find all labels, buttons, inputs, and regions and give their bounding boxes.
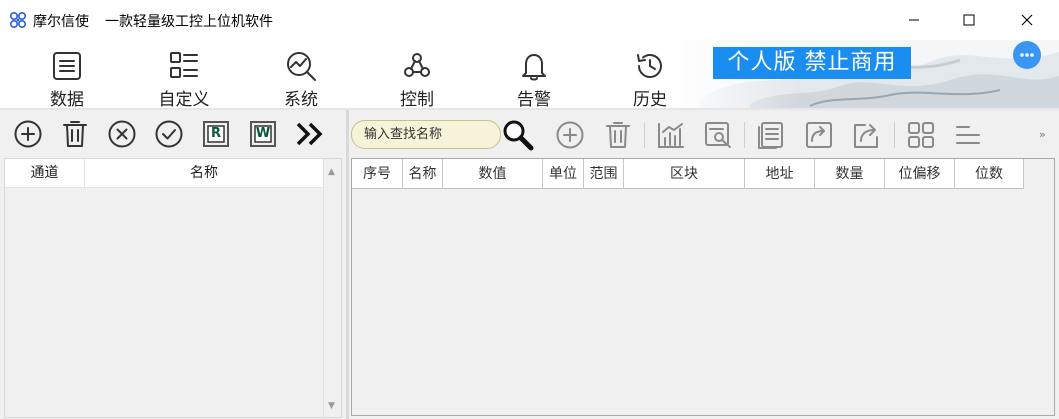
app-logo-icon xyxy=(9,11,27,29)
align-left-icon xyxy=(956,126,980,144)
channel-table[interactable]: 通道 名称 ▲ ▼ xyxy=(4,158,342,418)
custom-list-icon xyxy=(170,52,198,78)
maximize-button[interactable] xyxy=(940,0,998,40)
write-letter: W xyxy=(255,126,271,141)
tab-system[interactable]: 系统 xyxy=(243,50,359,110)
tab-label: 系统 xyxy=(284,90,318,110)
column-header[interactable]: 范围 xyxy=(584,159,624,189)
share-button[interactable] xyxy=(849,118,883,152)
ribbon: 数据 自定义 系统 控制 告警 历史 个人版 禁止商用 xyxy=(0,40,1059,110)
write-button[interactable]: W xyxy=(247,118,279,150)
more-options-button[interactable] xyxy=(1013,41,1041,69)
align-button[interactable] xyxy=(951,118,985,152)
search-icon xyxy=(503,120,534,151)
expand-button[interactable] xyxy=(294,118,326,150)
read-letter: R xyxy=(210,126,221,141)
scroll-down-icon[interactable]: ▼ xyxy=(328,401,335,411)
maximize-icon xyxy=(963,14,975,26)
tab-label: 数据 xyxy=(50,90,84,110)
toolbar-divider xyxy=(744,122,745,148)
add-icon xyxy=(14,120,42,148)
minimize-button[interactable] xyxy=(885,0,943,40)
app-subtitle: 一款轻量级工控上位机软件 xyxy=(105,14,273,30)
cancel-icon xyxy=(108,120,136,148)
share-icon xyxy=(854,124,878,148)
confirm-icon xyxy=(155,120,183,148)
delete-channel-button[interactable] xyxy=(59,118,91,150)
license-banner: 个人版 禁止商用 xyxy=(713,47,911,79)
confirm-button[interactable] xyxy=(153,118,185,150)
delete-row-button[interactable] xyxy=(601,118,635,152)
copy-button[interactable] xyxy=(754,118,788,152)
tab-history[interactable]: 历史 xyxy=(592,50,708,110)
toolbar-divider xyxy=(644,122,645,148)
webhook-icon xyxy=(404,53,430,77)
inspect-button[interactable] xyxy=(701,118,735,152)
ellipsis-icon xyxy=(1020,53,1034,57)
tab-label: 控制 xyxy=(400,90,434,110)
delete-icon xyxy=(63,121,87,147)
channel-toolbar: R W xyxy=(0,110,346,157)
column-header[interactable]: 名称 xyxy=(403,159,443,189)
search-button[interactable] xyxy=(501,118,535,152)
column-header[interactable]: 名称 xyxy=(85,159,323,188)
scroll-up-icon[interactable]: ▲ xyxy=(328,167,335,177)
column-header[interactable]: 地址 xyxy=(745,159,815,189)
data-panel: » 序号 名称 数值 单位 范围 区块 地址 数量 位偏移 位数 xyxy=(349,110,1059,419)
title-bar: 摩尔信使 一款轻量级工控上位机软件 xyxy=(0,0,1059,40)
cancel-button[interactable] xyxy=(106,118,138,150)
tab-label: 历史 xyxy=(633,90,667,110)
data-table-header: 序号 名称 数值 单位 范围 区块 地址 数量 位偏移 位数 xyxy=(352,159,1024,189)
chart-search-icon xyxy=(287,52,316,81)
minimize-icon xyxy=(909,19,919,21)
close-icon xyxy=(1021,14,1033,26)
column-header[interactable]: 数值 xyxy=(443,159,543,189)
toolbar-divider xyxy=(894,122,895,148)
column-header[interactable]: 位数 xyxy=(955,159,1024,189)
bell-icon xyxy=(522,54,546,81)
column-header[interactable]: 通道 xyxy=(5,159,85,188)
add-icon xyxy=(556,121,584,149)
read-button[interactable]: R xyxy=(200,118,232,150)
column-header[interactable]: 位偏移 xyxy=(885,159,955,189)
tab-custom[interactable]: 自定义 xyxy=(126,50,242,110)
move-button[interactable] xyxy=(802,118,836,152)
chart-button[interactable] xyxy=(654,118,688,152)
history-clock-icon xyxy=(637,54,662,78)
search-input[interactable] xyxy=(351,120,501,149)
app-name: 摩尔信使 xyxy=(33,14,89,30)
bar-chart-icon xyxy=(658,123,684,148)
list-document-icon xyxy=(53,52,81,80)
tab-alarm[interactable]: 告警 xyxy=(476,50,592,110)
tab-control[interactable]: 控制 xyxy=(359,50,475,110)
channel-panel: R W 通道 名称 ▲ ▼ xyxy=(0,110,346,419)
add-channel-button[interactable] xyxy=(12,118,44,150)
column-header[interactable]: 数量 xyxy=(815,159,885,189)
column-header[interactable]: 区块 xyxy=(624,159,745,189)
column-header[interactable]: 单位 xyxy=(543,159,584,189)
tab-label: 告警 xyxy=(517,90,551,110)
document-search-icon xyxy=(705,122,731,148)
copy-document-icon xyxy=(758,122,783,149)
column-header[interactable]: 序号 xyxy=(352,159,403,189)
grid-view-icon xyxy=(908,122,934,148)
add-row-button[interactable] xyxy=(553,118,587,152)
close-button[interactable] xyxy=(998,0,1056,40)
double-chevron-right-icon xyxy=(296,122,323,146)
vertical-scrollbar[interactable]: ▲ ▼ xyxy=(323,159,341,417)
tab-data[interactable]: 数据 xyxy=(9,50,125,110)
delete-icon xyxy=(606,122,630,148)
forward-arrow-icon xyxy=(806,122,832,148)
channel-table-header: 通道 名称 xyxy=(5,159,323,188)
tab-label: 自定义 xyxy=(158,90,210,110)
data-table[interactable]: 序号 名称 数值 单位 范围 区块 地址 数量 位偏移 位数 xyxy=(351,158,1055,416)
toolbar-overflow-icon[interactable]: » xyxy=(1039,128,1046,141)
grid-view-button[interactable] xyxy=(904,118,938,152)
